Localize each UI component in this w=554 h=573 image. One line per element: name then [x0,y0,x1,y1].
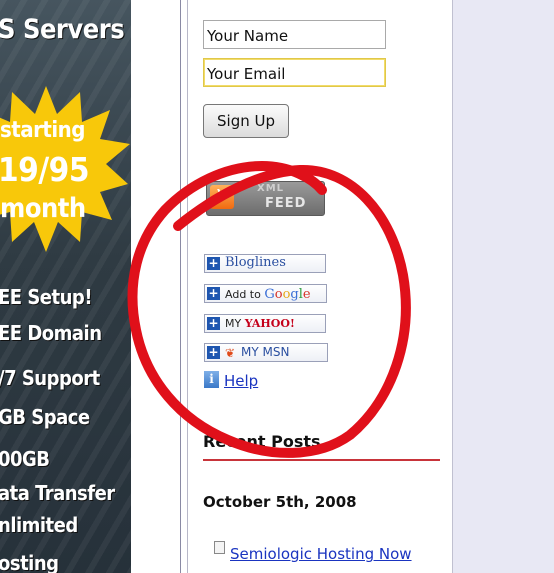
post-link[interactable]: Semiologic Hosting Now [230,545,412,563]
google-label-prefix: Add to [225,288,265,301]
recent-posts-heading: Recent Posts [203,432,321,451]
ad-title: S Servers [0,14,125,45]
column-divider [452,0,453,573]
yahoo-logo: YAHOO! [244,317,295,330]
email-field[interactable]: Your Email [203,58,386,87]
ad-feature: EE Domain [0,321,102,345]
help-link[interactable]: Help [224,372,258,390]
ad-feature: nlimited [0,513,78,537]
rss-feed-button[interactable]: ) XML FEED [206,181,325,216]
ad-feature: 00GB [0,447,50,471]
ad-feature: ata Transfer [0,481,115,505]
ad-feature: GB Space [0,405,90,429]
name-field[interactable]: Your Name [203,20,386,49]
msn-butterfly-icon: ❦ [225,346,236,360]
column-divider [180,0,181,573]
rss-label-top: XML [257,183,285,194]
heading-divider [203,459,440,461]
yahoo-label-prefix: MY [225,317,245,330]
column-divider [187,0,188,573]
rss-icon: ) [210,185,234,209]
my-yahoo-button[interactable]: + MY YAHOO! [204,314,326,333]
my-msn-button[interactable]: + ❦ MY MSN [204,343,328,362]
sign-up-button[interactable]: Sign Up [203,104,289,138]
plus-icon: + [207,345,220,359]
plus-icon: + [207,316,220,330]
ad-burst-line-3: month [0,193,86,224]
bloglines-button[interactable]: + Bloglines [204,254,326,273]
ad-burst-line-1: starting [0,118,85,143]
info-icon: i [204,371,219,388]
post-date: October 5th, 2008 [203,493,357,511]
ad-burst-price: 19/95 [0,150,89,189]
ad-feature: osting [0,551,59,573]
bloglines-label: Bloglines [225,255,286,270]
document-icon [214,541,225,554]
right-sidebar [452,0,554,573]
plus-icon: + [207,256,220,270]
rss-label-bottom: FEED [265,196,307,211]
ad-feature: EE Setup! [0,285,93,309]
plus-icon: + [207,286,220,300]
msn-label: MY MSN [241,345,290,359]
add-to-google-button[interactable]: + Add to Google [204,284,327,303]
hosting-ad-banner[interactable]: S Servers starting 19/95 month EE Setup!… [0,0,131,573]
ad-feature: /7 Support [0,366,100,390]
google-logo: Google [264,287,311,302]
